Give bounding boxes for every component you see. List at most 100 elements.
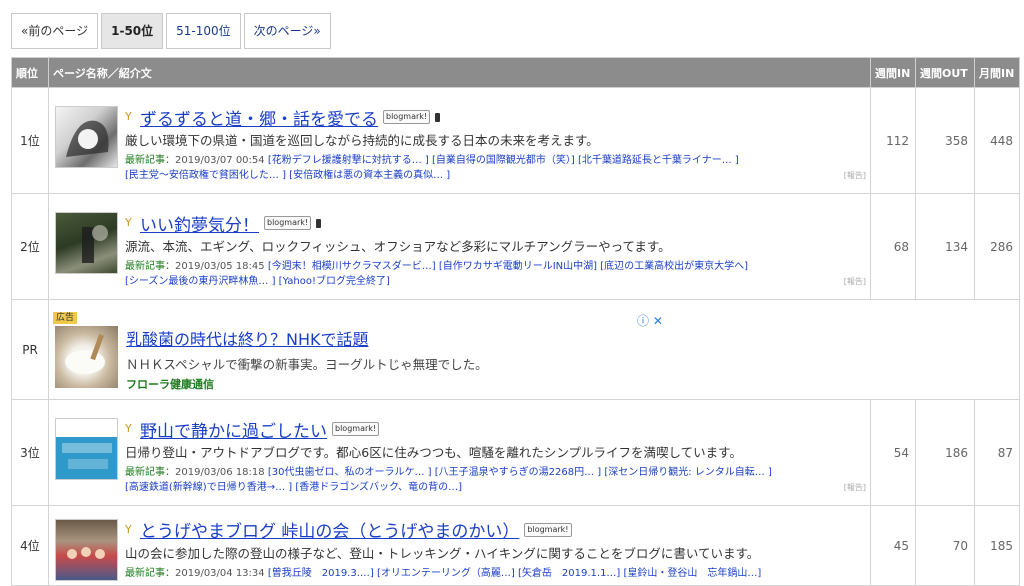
- col-week-in: 週間IN: [870, 57, 916, 88]
- blog-description: 厳しい環境下の県道・国道を巡回しながら持続的に成長する日本の未来を考えます。: [125, 133, 599, 148]
- entry-cell: Y ずるずると道・郷・話を愛でる blogmark! 厳しい環境下の県道・国道を…: [48, 87, 871, 194]
- blog-thumbnail[interactable]: [55, 106, 118, 168]
- month-in-value: 286: [974, 193, 1020, 300]
- current-range-tab: 1-50位: [101, 13, 164, 49]
- ad-thumbnail[interactable]: [55, 325, 118, 388]
- yogurt-bowl-icon: [65, 333, 105, 374]
- article-link[interactable]: [30代虫歯ゼロ、私のオーラルケ… ]: [268, 467, 432, 478]
- latest-date: 2019/03/05 18:45: [175, 261, 265, 272]
- article-link[interactable]: [北千葉道路延長と千葉ライナー… ]: [578, 155, 739, 166]
- latest-label: 最新記事：: [125, 467, 175, 478]
- article-link[interactable]: [安倍政権は悪の資本主義の真似… ]: [289, 170, 450, 181]
- table-row: 3位 Y 野山で静かに過ごしたい blogmark! 日帰り登山・アウトドアブロ…: [11, 399, 1020, 506]
- hatena-blog-banner-icon: [62, 443, 112, 469]
- month-in-value: 448: [974, 87, 1020, 194]
- article-link[interactable]: [底辺の工業高校出が東京大学へ]: [600, 261, 748, 272]
- col-rank: 順位: [11, 57, 49, 88]
- latest-date: 2019/03/07 00:54: [175, 155, 265, 166]
- group-photo-icon: [67, 546, 105, 559]
- article-link[interactable]: [曽我丘陵 2019.3.…]: [268, 568, 374, 579]
- entry-cell: Y とうげやまブログ 峠山の会（とうげやまのかい） blogmark! 山の会に…: [48, 505, 871, 586]
- trophy-icon: Y: [125, 110, 132, 123]
- latest-articles: 最新記事：2019/03/05 18:45 [今週末！相模川サクラマスダービ…]…: [125, 259, 864, 289]
- blog-title-link[interactable]: とうげやまブログ 峠山の会（とうげやまのかい）: [140, 517, 519, 542]
- ad-badge: 広告: [53, 311, 78, 324]
- article-link[interactable]: [香港ドラゴンズバック、竜の背の…]: [295, 482, 462, 493]
- ad-cell: 広告 ⓘ ✕ 乳酸菌の時代は終り？NHKで話題 ＮＨＫスペシャルで衝撃の新事実。…: [48, 299, 1020, 400]
- trophy-icon: Y: [125, 422, 132, 435]
- article-link[interactable]: [矢倉岳 2019.1.1…]: [518, 568, 620, 579]
- ad-description: ＮＨＫスペシャルで衝撃の新事実。ヨーグルトじゃ無理でした。: [126, 356, 488, 372]
- blog-title-link[interactable]: ずるずると道・郷・話を愛でる: [140, 105, 378, 130]
- article-link[interactable]: [深セン日帰り観光: レンタル自転… ]: [604, 467, 772, 478]
- entry-cell: Y 野山で静かに過ごしたい blogmark! 日帰り登山・アウトドアブログです…: [48, 399, 871, 506]
- article-link[interactable]: [高速鉄道(新幹線)で日帰り香港→… ]: [125, 482, 292, 493]
- blog-description: 源流、本流、エギング、ロックフィッシュ、オフショアなど多彩にマルチアングラーやっ…: [125, 239, 671, 254]
- blogmark-button[interactable]: blogmark!: [332, 422, 380, 436]
- table-row: 1位 Y ずるずると道・郷・話を愛でる blogmark! 厳しい環境下の県道・…: [11, 87, 1020, 194]
- report-link[interactable]: [報告]: [844, 170, 866, 181]
- forest-photo-icon: [82, 225, 108, 263]
- rank-cell: 4位: [11, 505, 49, 586]
- ad-brand[interactable]: フローラ健康通信: [126, 376, 1013, 392]
- mobile-icon: [316, 218, 322, 228]
- month-in-value: 185: [974, 505, 1020, 586]
- article-link[interactable]: [民主党〜安倍政権で貧困化した… ]: [125, 170, 286, 181]
- article-link[interactable]: [オリエンテーリング（高麗…]: [377, 568, 515, 579]
- article-link[interactable]: [シーズン最後の東丹沢畔林魚… ]: [125, 276, 275, 287]
- article-link[interactable]: [花粉デフレ援護射撃に対抗する… ]: [268, 155, 429, 166]
- week-in-value: 68: [870, 193, 916, 300]
- week-out-value: 134: [915, 193, 975, 300]
- range-51-100-link[interactable]: 51-100位: [166, 13, 241, 49]
- blogmark-button[interactable]: blogmark!: [383, 110, 431, 124]
- article-link[interactable]: [Yahoo!ブログ完全終了]: [279, 276, 390, 287]
- next-page-button[interactable]: 次のページ»: [243, 13, 331, 49]
- latest-date: 2019/03/04 13:34: [175, 567, 265, 579]
- ranking-table: 順位 ページ名称／紹介文 週間IN 週間OUT 月間IN 1位 Y ずるずると道…: [11, 57, 1020, 586]
- week-out-value: 70: [915, 505, 975, 586]
- manga-illustration-icon: [66, 120, 109, 157]
- latest-articles: 最新記事：2019/03/04 13:34 [曽我丘陵 2019.3.…] [オ…: [125, 566, 864, 581]
- prev-page-button[interactable]: «前のページ: [11, 13, 99, 49]
- month-in-value: 87: [974, 399, 1020, 506]
- trophy-icon: Y: [125, 522, 132, 536]
- rank-cell: PR: [11, 299, 49, 400]
- latest-label: 最新記事：: [125, 155, 175, 166]
- article-link[interactable]: [今週末！相模川サクラマスダービ…]: [268, 261, 436, 272]
- blog-thumbnail[interactable]: [55, 518, 118, 581]
- week-out-value: 186: [915, 399, 975, 506]
- mobile-icon: [435, 112, 441, 122]
- table-row: 4位 Y とうげやまブログ 峠山の会（とうげやまのかい） blogmark! 山…: [11, 505, 1020, 586]
- ad-title-link[interactable]: 乳酸菌の時代は終り？NHKで話題: [126, 326, 1013, 350]
- col-month-in: 月間IN: [974, 57, 1020, 88]
- article-link[interactable]: [八王子温泉やすらぎの湯2268円… ]: [435, 467, 601, 478]
- report-link[interactable]: [報告]: [844, 276, 866, 287]
- article-link[interactable]: [皇鈴山・登谷山 忘年鍋山…]: [624, 568, 762, 579]
- blogmark-button[interactable]: blogmark!: [264, 216, 312, 230]
- blog-title-link[interactable]: 野山で静かに過ごしたい: [140, 417, 327, 442]
- blogmark-button[interactable]: blogmark!: [524, 522, 572, 537]
- latest-articles: 最新記事：2019/03/06 18:18 [30代虫歯ゼロ、私のオーラルケ… …: [125, 465, 864, 495]
- rank-cell: 2位: [11, 193, 49, 300]
- article-link[interactable]: [自業自得の国際観光都市（笑）]: [432, 155, 575, 166]
- blog-thumbnail[interactable]: [55, 418, 118, 480]
- entry-cell: Y いい釣夢気分！ blogmark! 源流、本流、エギング、ロックフィッシュ、…: [48, 193, 871, 300]
- table-header-row: 順位 ページ名称／紹介文 週間IN 週間OUT 月間IN: [11, 57, 1020, 88]
- col-page: ページ名称／紹介文: [48, 57, 871, 88]
- latest-label: 最新記事：: [125, 261, 175, 272]
- blog-thumbnail[interactable]: [55, 212, 118, 274]
- blog-title-link[interactable]: いい釣夢気分！: [140, 211, 259, 236]
- week-out-value: 358: [915, 87, 975, 194]
- pagination: «前のページ 1-50位 51-100位 次のページ»: [11, 13, 331, 49]
- ad-info-close-icon[interactable]: ⓘ ✕: [637, 312, 663, 329]
- blog-description: 日帰り登山・アウトドアブログです。都心6区に住みつつも、喧騒を離れたシンプルライ…: [125, 445, 742, 460]
- week-in-value: 112: [870, 87, 916, 194]
- article-link[interactable]: [自作ワカサギ電動リールIN山中湖]: [439, 261, 597, 272]
- rank-cell: 1位: [11, 87, 49, 194]
- report-link[interactable]: [報告]: [844, 482, 866, 493]
- latest-label: 最新記事：: [125, 567, 175, 579]
- trophy-icon: Y: [125, 216, 132, 229]
- ad-row: PR 広告 ⓘ ✕ 乳酸菌の時代は終り？NHKで話題 ＮＨＫスペシャルで衝撃の新…: [11, 299, 1020, 400]
- week-in-value: 45: [870, 505, 916, 586]
- latest-articles: 最新記事：2019/03/07 00:54 [花粉デフレ援護射撃に対抗する… ]…: [125, 153, 864, 183]
